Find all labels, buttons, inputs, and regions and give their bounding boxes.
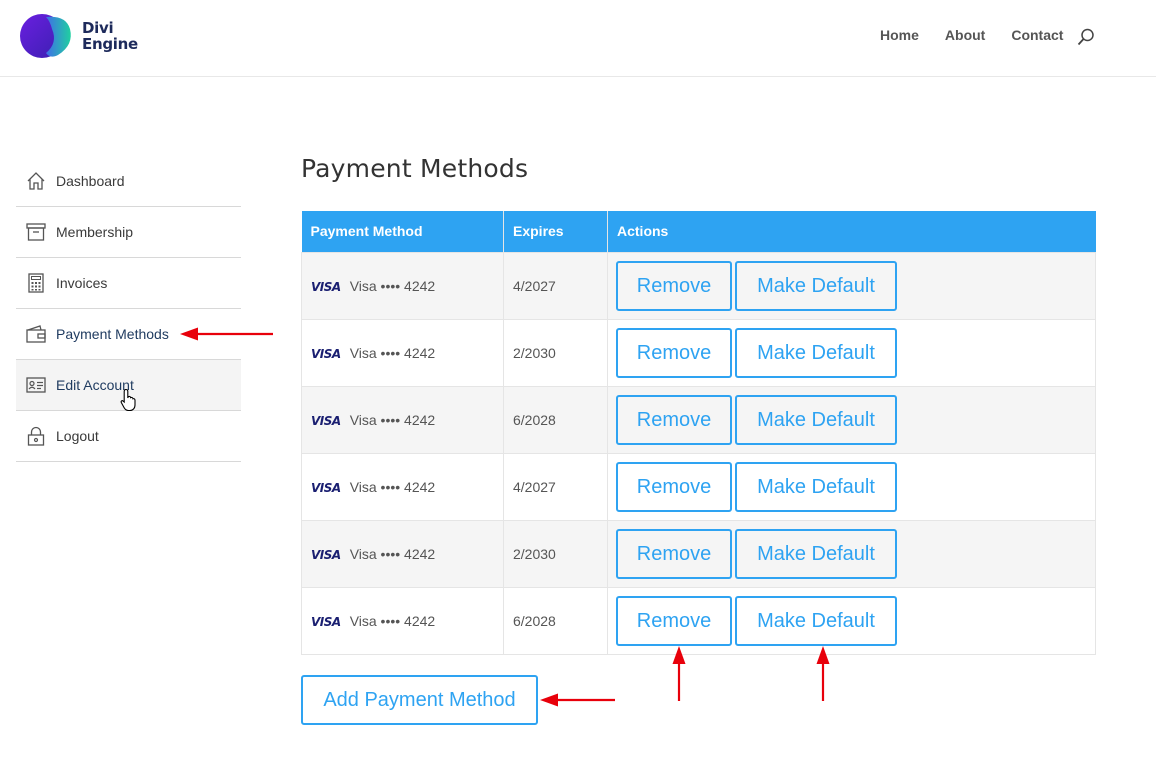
add-payment-method-button[interactable]: Add Payment Method bbox=[301, 675, 538, 725]
annotation-arrow-up-icon bbox=[672, 646, 686, 701]
annotation-arrow-left-icon bbox=[540, 693, 615, 707]
table-row: VISA Visa •••• 4242 6/2028 Remove Make Defau… bbox=[301, 586, 1096, 655]
expires-cell: 6/2028 bbox=[503, 586, 608, 655]
visa-logo-icon: VISA bbox=[311, 279, 341, 294]
column-header-actions: Actions bbox=[607, 211, 1096, 252]
logo-mark-icon bbox=[20, 14, 71, 58]
visa-logo-icon: VISA bbox=[311, 614, 341, 629]
make-default-button[interactable]: Make Default bbox=[735, 327, 897, 378]
annotation-arrow-left-icon bbox=[180, 327, 273, 341]
make-default-button[interactable]: Make Default bbox=[735, 461, 897, 512]
sidebar-item-label: Logout bbox=[56, 428, 99, 444]
actions-cell: Remove Make Default bbox=[607, 251, 1096, 320]
actions-cell: Remove Make Default bbox=[607, 586, 1096, 655]
search-icon[interactable] bbox=[1077, 28, 1095, 46]
account-sidebar: Dashboard Membership Invoices Payment Me… bbox=[16, 156, 241, 462]
nav-contact[interactable]: Contact bbox=[1011, 27, 1063, 43]
actions-cell: Remove Make Default bbox=[607, 519, 1096, 588]
table-row: VISA Visa •••• 4242 6/2028 Remove Make Defau… bbox=[301, 385, 1096, 454]
card-label: Visa •••• 4242 bbox=[349, 344, 436, 361]
make-default-button[interactable]: Make Default bbox=[735, 528, 897, 579]
table-row: VISA Visa •••• 4242 2/2030 Remove Make Defau… bbox=[301, 318, 1096, 387]
remove-button[interactable]: Remove bbox=[616, 528, 732, 579]
main-nav: Home About Contact bbox=[880, 27, 1089, 43]
card-label: Visa •••• 4242 bbox=[349, 277, 436, 294]
remove-button[interactable]: Remove bbox=[616, 394, 732, 445]
column-header-expires: Expires bbox=[503, 211, 608, 252]
sidebar-item-label: Invoices bbox=[56, 275, 108, 291]
table-row: VISA Visa •••• 4242 4/2027 Remove Make Defau… bbox=[301, 251, 1096, 320]
visa-logo-icon: VISA bbox=[311, 346, 341, 361]
wallet-icon bbox=[25, 324, 47, 344]
sidebar-item-label: Payment Methods bbox=[56, 326, 169, 342]
hand-cursor-icon bbox=[120, 388, 136, 412]
sidebar-item-membership[interactable]: Membership bbox=[16, 207, 241, 258]
sidebar-item-invoices[interactable]: Invoices bbox=[16, 258, 241, 309]
make-default-button[interactable]: Make Default bbox=[735, 595, 897, 646]
expires-cell: 6/2028 bbox=[503, 385, 608, 454]
remove-button[interactable]: Remove bbox=[616, 327, 732, 378]
expires-cell: 2/2030 bbox=[503, 519, 608, 588]
card-label: Visa •••• 4242 bbox=[349, 545, 436, 562]
make-default-button[interactable]: Make Default bbox=[735, 394, 897, 445]
actions-cell: Remove Make Default bbox=[607, 452, 1096, 521]
annotation-arrow-up-icon bbox=[816, 646, 830, 701]
home-icon bbox=[25, 171, 47, 191]
payment-method-cell: VISA Visa •••• 4242 bbox=[301, 452, 504, 521]
page-title: Payment Methods bbox=[301, 154, 529, 183]
archive-box-icon bbox=[25, 222, 47, 242]
payment-methods-table: Payment Method Expires Actions VISA Visa … bbox=[301, 211, 1096, 655]
table-row: VISA Visa •••• 4242 2/2030 Remove Make Defau… bbox=[301, 519, 1096, 588]
lock-icon bbox=[25, 426, 47, 446]
payment-method-cell: VISA Visa •••• 4242 bbox=[301, 251, 504, 320]
make-default-button[interactable]: Make Default bbox=[735, 260, 897, 311]
card-label: Visa •••• 4242 bbox=[349, 411, 436, 428]
remove-button[interactable]: Remove bbox=[616, 461, 732, 512]
card-label: Visa •••• 4242 bbox=[349, 478, 436, 495]
remove-button[interactable]: Remove bbox=[616, 595, 732, 646]
sidebar-item-label: Dashboard bbox=[56, 173, 125, 189]
payment-method-cell: VISA Visa •••• 4242 bbox=[301, 586, 504, 655]
payment-method-cell: VISA Visa •••• 4242 bbox=[301, 385, 504, 454]
expires-cell: 2/2030 bbox=[503, 318, 608, 387]
sidebar-item-label: Membership bbox=[56, 224, 134, 240]
site-header: Divi Engine Home About Contact bbox=[0, 0, 1156, 77]
logo[interactable]: Divi Engine bbox=[18, 13, 138, 59]
sidebar-item-logout[interactable]: Logout bbox=[16, 411, 241, 462]
actions-cell: Remove Make Default bbox=[607, 385, 1096, 454]
nav-about[interactable]: About bbox=[945, 27, 985, 43]
sidebar-item-dashboard[interactable]: Dashboard bbox=[16, 156, 241, 207]
payment-method-cell: VISA Visa •••• 4242 bbox=[301, 318, 504, 387]
visa-logo-icon: VISA bbox=[311, 413, 341, 428]
column-header-payment-method: Payment Method bbox=[301, 211, 504, 252]
id-card-icon bbox=[25, 375, 47, 395]
remove-button[interactable]: Remove bbox=[616, 260, 732, 311]
visa-logo-icon: VISA bbox=[311, 480, 341, 495]
table-row: VISA Visa •••• 4242 4/2027 Remove Make Defau… bbox=[301, 452, 1096, 521]
calculator-icon bbox=[25, 273, 47, 293]
payment-method-cell: VISA Visa •••• 4242 bbox=[301, 519, 504, 588]
actions-cell: Remove Make Default bbox=[607, 318, 1096, 387]
expires-cell: 4/2027 bbox=[503, 251, 608, 320]
card-label: Visa •••• 4242 bbox=[349, 612, 436, 629]
visa-logo-icon: VISA bbox=[311, 547, 341, 562]
logo-text-line1: Divi bbox=[82, 19, 114, 37]
expires-cell: 4/2027 bbox=[503, 452, 608, 521]
nav-home[interactable]: Home bbox=[880, 27, 919, 43]
logo-text-line2: Engine bbox=[82, 35, 138, 53]
